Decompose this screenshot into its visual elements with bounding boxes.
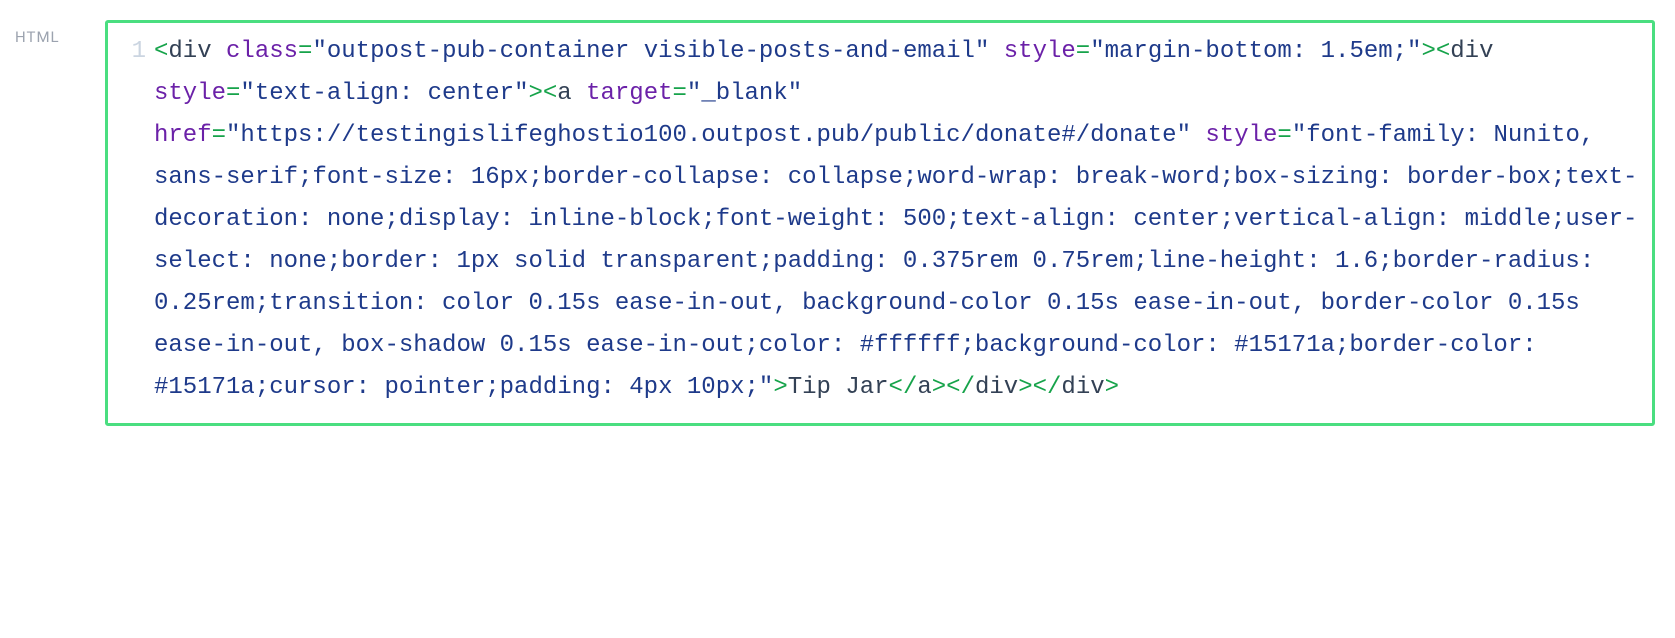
code-token	[572, 80, 586, 107]
code-token: "font-family: Nunito, sans-serif;font-si…	[154, 122, 1637, 401]
code-token: =	[673, 80, 687, 107]
code-token: target	[586, 80, 672, 107]
code-token: Tip Jar	[788, 374, 889, 401]
code-token: a	[917, 374, 931, 401]
code-token: <	[154, 38, 168, 65]
code-token: href	[154, 122, 212, 149]
code-token: style	[154, 80, 226, 107]
language-label: HTML	[0, 20, 105, 46]
code-token	[989, 38, 1003, 65]
code-token	[212, 38, 226, 65]
code-token: "https://testingislifeghostio100.outpost…	[226, 122, 1191, 149]
line-number: 1	[132, 38, 146, 65]
code-token: >	[528, 80, 542, 107]
code-token: >	[1105, 374, 1119, 401]
code-token: >	[1018, 374, 1032, 401]
code-token: <	[1436, 38, 1450, 65]
code-token: >	[773, 374, 787, 401]
code-token: =	[298, 38, 312, 65]
code-token: >	[1421, 38, 1435, 65]
code-token: =	[1277, 122, 1291, 149]
code-token: =	[1076, 38, 1090, 65]
code-token: </	[1033, 374, 1062, 401]
code-token	[1191, 122, 1205, 149]
code-token: "margin-bottom: 1.5em;"	[1090, 38, 1421, 65]
code-token: >	[932, 374, 946, 401]
code-token: a	[557, 80, 571, 107]
code-token: <	[543, 80, 557, 107]
code-token: div	[1061, 374, 1104, 401]
code-block[interactable]: 1 <div class="outpost-pub-container visi…	[105, 20, 1655, 426]
code-token: </	[946, 374, 975, 401]
code-token: style	[1205, 122, 1277, 149]
code-token: div	[975, 374, 1018, 401]
code-token: div	[1450, 38, 1493, 65]
code-token: </	[889, 374, 918, 401]
code-token: =	[226, 80, 240, 107]
code-content[interactable]: <div class="outpost-pub-container visibl…	[154, 31, 1638, 409]
code-token: div	[168, 38, 211, 65]
code-token: style	[1004, 38, 1076, 65]
code-token: "text-align: center"	[240, 80, 528, 107]
line-number-gutter: 1	[122, 31, 154, 409]
code-token: =	[212, 122, 226, 149]
code-token: "outpost-pub-container visible-posts-and…	[312, 38, 989, 65]
code-token: class	[226, 38, 298, 65]
code-token: "_blank"	[687, 80, 802, 107]
